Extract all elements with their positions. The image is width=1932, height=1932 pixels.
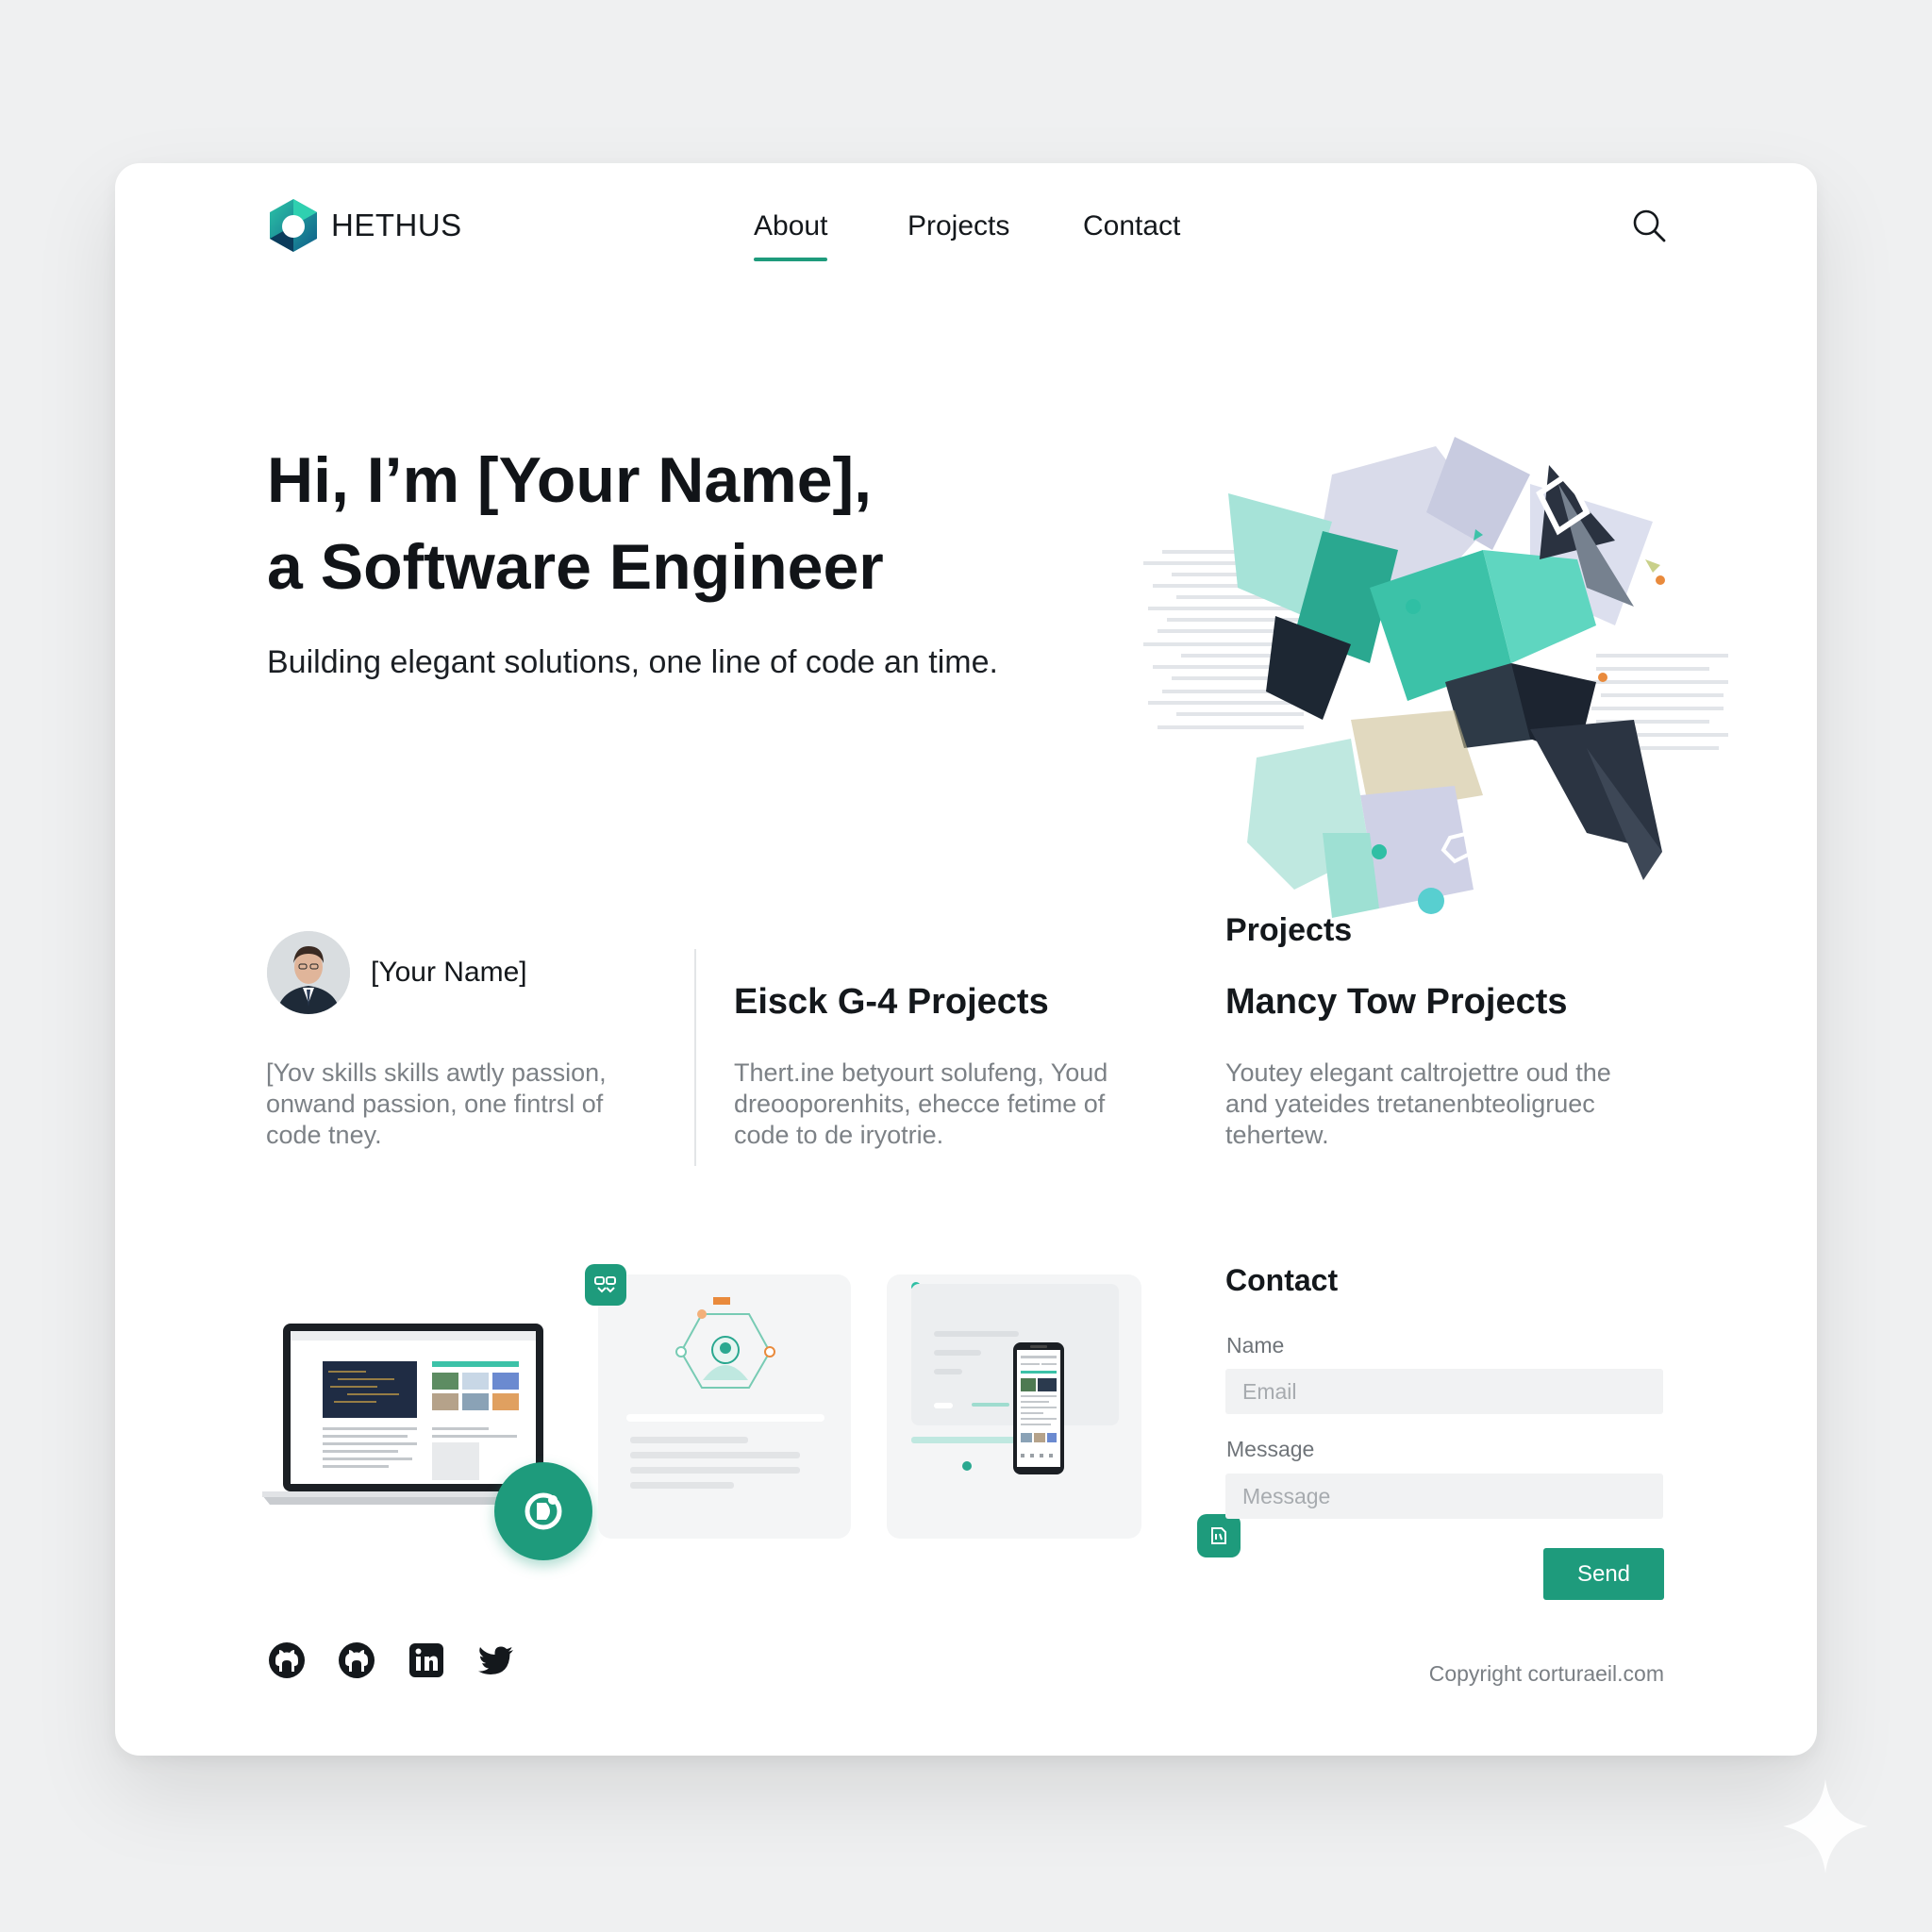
name-label: Name xyxy=(1226,1333,1285,1357)
phone-screenshot xyxy=(1013,1342,1064,1474)
nav-projects[interactable]: Projects xyxy=(908,210,1009,242)
refresh-badge-icon[interactable] xyxy=(494,1462,592,1560)
placeholder-line xyxy=(934,1331,1019,1337)
file-badge-icon[interactable] xyxy=(1197,1514,1241,1557)
brand-logo[interactable]: HETHUS xyxy=(267,197,462,254)
projects-section-label: Projects xyxy=(1225,912,1353,948)
placeholder-line xyxy=(934,1403,953,1408)
send-button[interactable]: Send xyxy=(1543,1548,1664,1600)
code-glyph xyxy=(594,1276,616,1293)
avatar[interactable] xyxy=(267,931,350,1014)
github-icon[interactable] xyxy=(336,1640,377,1681)
profile-description: [Yov skills skills awtly passion, onwand… xyxy=(266,1058,607,1149)
code-badge-icon[interactable] xyxy=(585,1264,626,1306)
projects-column-description: Thert.ine betyourt solufeng, Youd dreoop… xyxy=(734,1058,1108,1149)
placeholder-line xyxy=(934,1369,962,1374)
hero-subtitle: Building elegant solutions, one line of … xyxy=(267,644,998,680)
hero-title: Hi, I’m [Your Name], a Software Engineer xyxy=(267,437,884,610)
placeholder-line xyxy=(630,1482,734,1489)
profile-header: [Your Name] xyxy=(267,931,527,1014)
placeholder-line xyxy=(630,1437,748,1443)
portfolio-page: HETHUS About Projects Contact Hi, I’m [Y… xyxy=(115,163,1817,1756)
network-node-icon xyxy=(675,1297,775,1389)
message-field[interactable] xyxy=(1225,1474,1663,1519)
message-label: Message xyxy=(1226,1437,1315,1461)
search-icon[interactable] xyxy=(1630,207,1668,244)
sparkle-icon xyxy=(1783,1779,1868,1874)
twitter-icon[interactable] xyxy=(475,1640,517,1681)
brand-name: HETHUS xyxy=(331,208,462,242)
hero-title-line1: Hi, I’m [Your Name], xyxy=(267,444,873,516)
person-photo xyxy=(267,931,350,1014)
profile-name: [Your Name] xyxy=(371,957,527,988)
hero-geometric-illustration xyxy=(1143,437,1728,918)
projects-column-title: Eisck G-4 Projects xyxy=(734,982,1049,1022)
featured-projects-title: Mancy Tow Projects xyxy=(1225,982,1568,1022)
project-card-mobile[interactable] xyxy=(887,1274,1141,1539)
github-icon[interactable] xyxy=(266,1640,308,1681)
hexagon-logo-icon xyxy=(270,199,317,252)
contact-title: Contact xyxy=(1225,1263,1339,1297)
column-divider xyxy=(694,949,696,1166)
placeholder-line xyxy=(630,1467,800,1474)
featured-projects-description: Youtey elegant caltrojettre oud the and … xyxy=(1225,1058,1611,1149)
placeholder-line xyxy=(972,1403,1009,1407)
nav-about[interactable]: About xyxy=(754,210,828,261)
nav-contact[interactable]: Contact xyxy=(1083,210,1180,242)
hero-title-line2: a Software Engineer xyxy=(267,531,884,603)
placeholder-line xyxy=(626,1414,824,1422)
placeholder-line xyxy=(911,1437,1015,1443)
copyright-text: Copyright corturaeil.com xyxy=(1428,1661,1664,1686)
placeholder-line xyxy=(630,1452,800,1458)
linkedin-icon[interactable] xyxy=(406,1640,447,1681)
refresh-glyph xyxy=(525,1492,562,1530)
placeholder-line xyxy=(934,1350,981,1356)
file-glyph xyxy=(1211,1527,1226,1544)
project-card-network[interactable] xyxy=(598,1274,851,1539)
email-field[interactable] xyxy=(1225,1369,1663,1414)
status-dot xyxy=(962,1461,972,1471)
